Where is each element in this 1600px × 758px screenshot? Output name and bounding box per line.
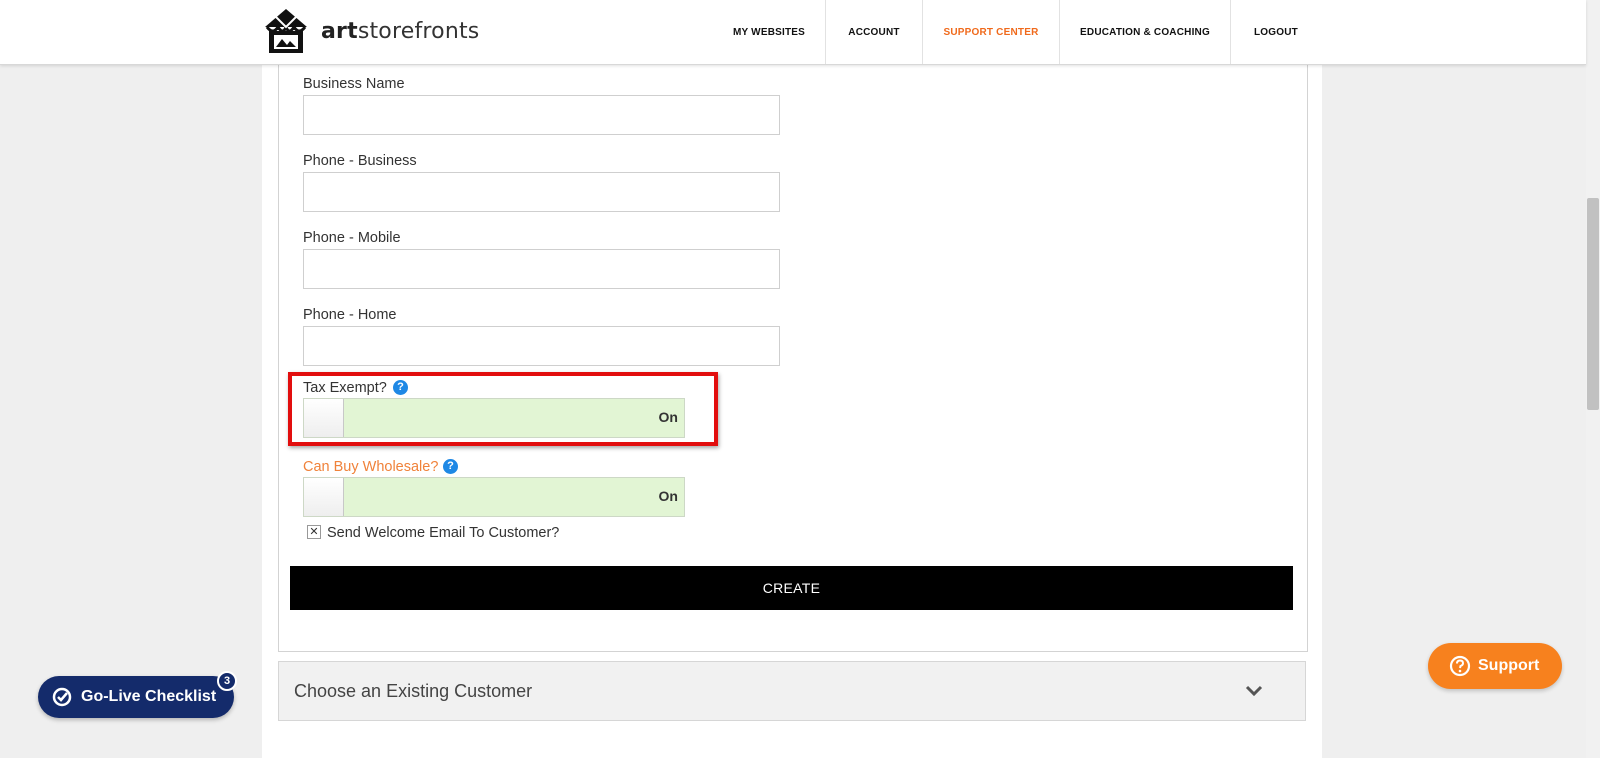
accordion-title: Choose an Existing Customer — [294, 681, 533, 701]
phone-mobile-label: Phone - Mobile — [303, 230, 401, 246]
highlight-box — [288, 372, 718, 446]
nav-my-websites[interactable]: MY WEBSITES — [713, 0, 825, 64]
check-badge-icon — [52, 687, 72, 707]
business-name-input[interactable] — [303, 95, 780, 135]
welcome-email-checkbox[interactable]: ✕ — [307, 525, 321, 539]
toggle-knob[interactable] — [304, 478, 344, 516]
logo-wordmark: artstorefronts — [321, 18, 480, 44]
create-button[interactable]: CREATE — [290, 566, 1293, 610]
nav-account[interactable]: ACCOUNT — [825, 0, 922, 64]
support-button[interactable]: Support — [1428, 643, 1562, 689]
chevron-down-icon — [1245, 685, 1263, 697]
go-live-label: Go-Live Checklist — [81, 688, 217, 705]
top-header: artstorefronts MY WEBSITES ACCOUNT SUPPO… — [0, 0, 1586, 65]
welcome-email-label: Send Welcome Email To Customer? — [327, 525, 560, 541]
artstorefronts-logo[interactable]: artstorefronts — [261, 7, 479, 55]
can-buy-wholesale-help-icon[interactable]: ? — [443, 459, 458, 474]
nav-logout[interactable]: LOGOUT — [1230, 0, 1321, 64]
scrollbar-thumb[interactable] — [1587, 198, 1599, 410]
choose-existing-customer-accordion[interactable]: Choose an Existing Customer — [278, 661, 1306, 721]
can-buy-wholesale-label: Can Buy Wholesale? — [303, 459, 439, 475]
go-live-count-badge: 3 — [217, 671, 237, 691]
nav-support-center[interactable]: SUPPORT CENTER — [922, 0, 1059, 64]
storefront-logo-icon — [265, 9, 307, 53]
support-label: Support — [1478, 657, 1540, 674]
nav-education-coaching[interactable]: EDUCATION & COACHING — [1059, 0, 1230, 64]
question-circle-icon — [1449, 655, 1471, 677]
main-nav: MY WEBSITES ACCOUNT SUPPORT CENTER EDUCA… — [713, 0, 1321, 64]
phone-home-label: Phone - Home — [303, 307, 397, 323]
phone-business-input[interactable] — [303, 172, 780, 212]
toggle-state-label: On — [658, 488, 678, 504]
business-name-label: Business Name — [303, 76, 405, 92]
phone-mobile-input[interactable] — [303, 249, 780, 289]
can-buy-wholesale-toggle[interactable]: On — [303, 477, 685, 517]
phone-home-input[interactable] — [303, 326, 780, 366]
go-live-checklist-button[interactable]: Go-Live Checklist 3 — [38, 671, 237, 718]
phone-business-label: Phone - Business — [303, 153, 417, 169]
